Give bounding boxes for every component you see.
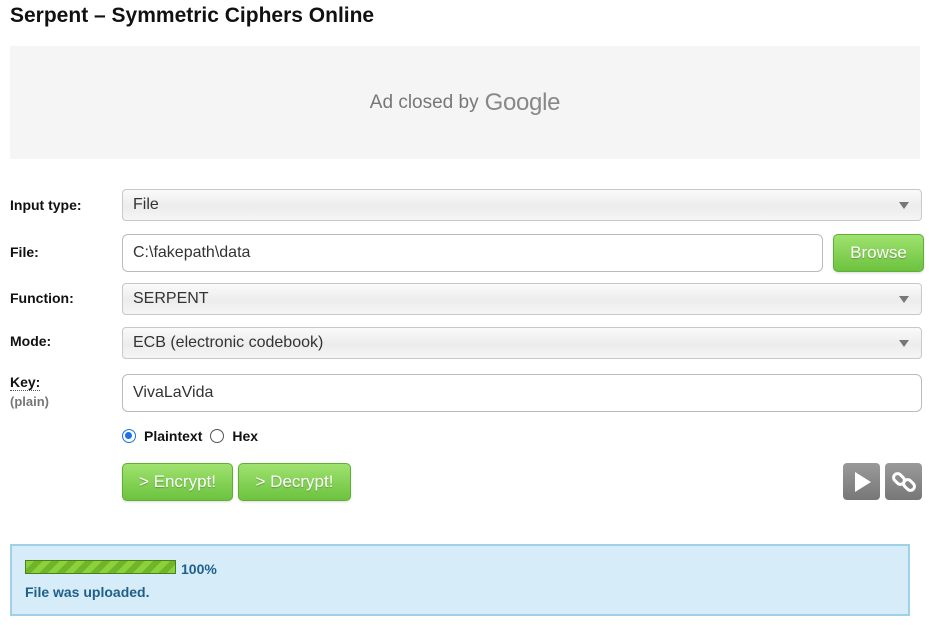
key-label-group: Key: (plain) [10,374,49,409]
link-icon [891,471,916,492]
key-label: Key: [10,374,41,391]
progress-bar-fill [26,561,175,573]
key-format-radio-group: Plaintext Hex [122,428,258,444]
file-path-value: C:\fakepath\data [133,244,251,261]
plaintext-radio[interactable] [122,429,136,443]
mode-label: Mode: [10,333,52,349]
browse-button[interactable]: Browse [833,234,924,272]
progress-percent: 100% [181,561,217,577]
google-logo: Google [484,88,561,116]
key-sublabel: (plain) [10,394,49,409]
play-button[interactable] [843,463,880,500]
chevron-down-icon [899,340,909,347]
input-type-label: Input type: [10,197,82,213]
function-label: Function: [10,290,74,306]
function-value: SERPENT [133,290,209,307]
mode-value: ECB (electronic codebook) [133,334,324,351]
play-icon [854,471,871,492]
chevron-down-icon [899,202,909,209]
status-message: File was uploaded. [25,584,150,600]
file-label: File: [10,244,39,260]
page-title: Serpent – Symmetric Ciphers Online [10,4,375,27]
decrypt-button[interactable]: > Decrypt! [238,463,351,501]
input-type-select[interactable]: File [122,189,922,221]
key-value: VivaLaVida [133,384,214,401]
ad-placeholder: Ad closed by Google [10,46,920,159]
chevron-down-icon [899,296,909,303]
hex-radio[interactable] [210,429,225,443]
mode-select[interactable]: ECB (electronic codebook) [122,327,922,359]
progress-bar [25,560,176,574]
plaintext-radio-label[interactable]: Plaintext [144,428,202,444]
key-input[interactable]: VivaLaVida [122,374,922,412]
encrypt-button[interactable]: > Encrypt! [122,463,233,501]
input-type-value: File [133,196,159,213]
file-path-field[interactable]: C:\fakepath\data [122,234,823,272]
ad-closed-text: Ad closed by [369,91,479,113]
link-button[interactable] [885,463,922,500]
function-select[interactable]: SERPENT [122,283,922,315]
hex-radio-label[interactable]: Hex [232,428,258,444]
upload-status-box: 100% File was uploaded. [10,544,910,616]
